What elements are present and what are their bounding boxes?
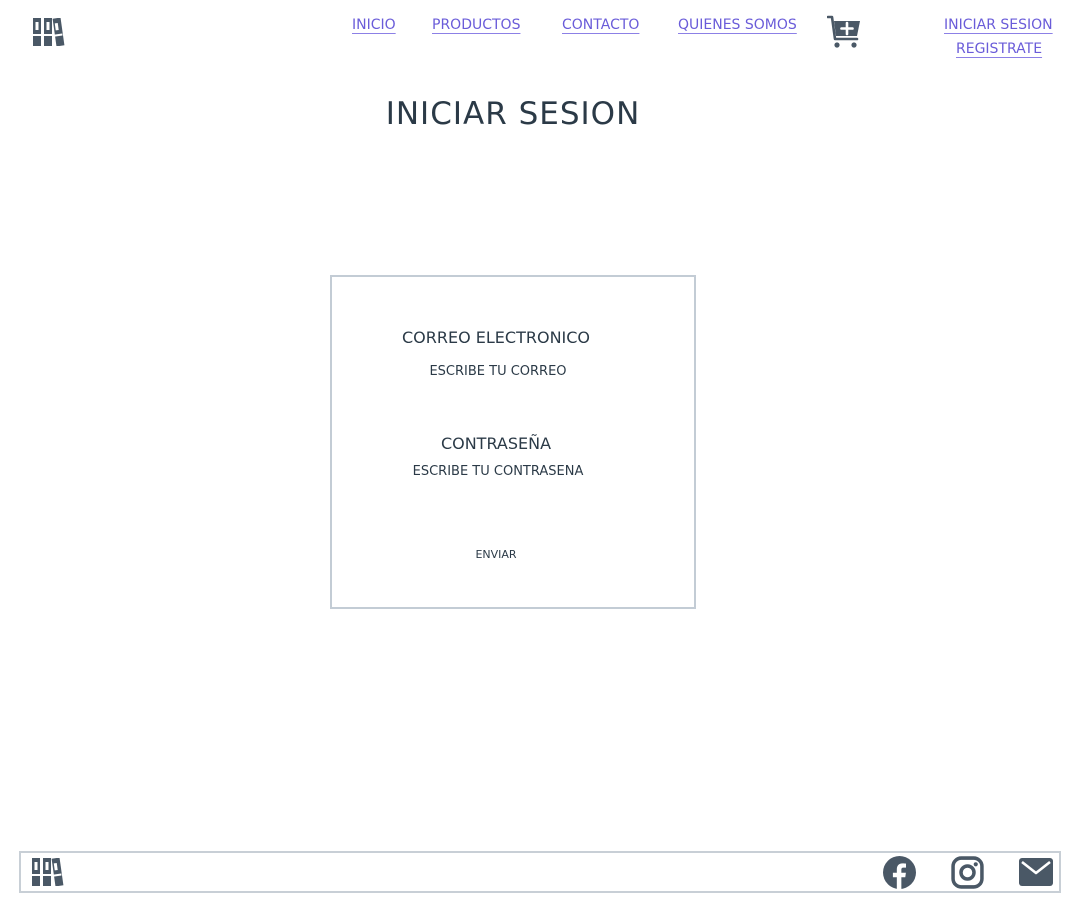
email-label: CORREO ELECTRONICO <box>401 328 591 347</box>
email-field[interactable] <box>353 359 643 383</box>
cart-plus-icon[interactable] <box>827 15 861 49</box>
password-label: CONTRASEÑA <box>440 434 552 453</box>
nav-link-quienes-somos[interactable]: QUIENES SOMOS <box>678 17 797 33</box>
page-title: INICIAR SESION <box>385 96 641 132</box>
books-logo-icon[interactable] <box>32 858 64 886</box>
nav-link-productos[interactable]: PRODUCTOS <box>432 17 520 33</box>
nav-link-contacto[interactable]: CONTACTO <box>562 17 639 33</box>
submit-button[interactable]: ENVIAR <box>444 543 548 565</box>
nav-link-iniciar-sesion[interactable]: INICIAR SESION <box>944 17 1053 33</box>
mail-icon[interactable] <box>1019 858 1053 886</box>
instagram-icon[interactable] <box>951 856 984 889</box>
password-field[interactable] <box>353 459 643 483</box>
books-logo-icon[interactable] <box>33 18 65 46</box>
login-form: CORREO ELECTRONICO CONTRASEÑA ENVIAR <box>330 275 696 609</box>
nav-link-inicio[interactable]: INICIO <box>352 17 396 33</box>
nav-link-registrate[interactable]: REGISTRATE <box>956 41 1042 57</box>
facebook-icon[interactable] <box>883 856 916 889</box>
